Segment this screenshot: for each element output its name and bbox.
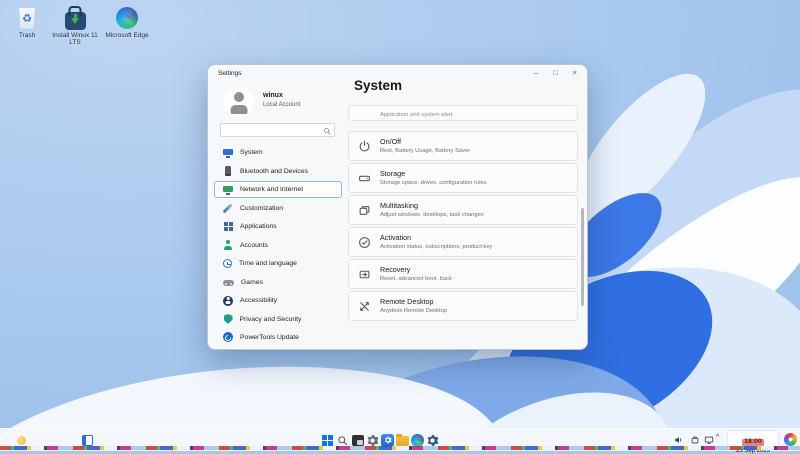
volume-icon[interactable] <box>674 435 684 445</box>
row-subtitle: Rest, Battery Usage, Battery Saver <box>380 148 470 154</box>
sidebar-item-label: Bluetooth and Devices <box>240 168 308 175</box>
row-title: Recovery <box>380 265 410 274</box>
sidebar-item-label: Games <box>241 279 263 286</box>
update-ring-icon <box>223 332 233 342</box>
color-wheel-icon[interactable] <box>784 433 797 446</box>
sidebar-item-system[interactable]: System <box>214 144 342 161</box>
search-icon <box>323 127 331 135</box>
sidebar-item-label: Customization <box>240 205 283 212</box>
search-input[interactable] <box>224 125 322 137</box>
search-icon <box>337 435 348 446</box>
bluetooth-device-icon <box>225 166 231 176</box>
edge-logo-icon <box>116 7 138 29</box>
weather-icon <box>17 436 26 445</box>
tray-caret[interactable]: ^ <box>716 434 719 441</box>
edge-logo-icon <box>411 434 424 447</box>
display-icon[interactable] <box>704 435 714 445</box>
person-icon <box>223 240 233 250</box>
folder-icon <box>396 436 409 446</box>
bag-icon[interactable] <box>690 435 700 445</box>
row-subtitle: Reset, advanced boot, back <box>380 276 452 282</box>
account-name: winux <box>263 92 283 99</box>
sidebar-item-label: PowerTools Update <box>240 334 299 341</box>
desktop-icon-installer[interactable]: Install Winux 11 LTS <box>50 6 100 47</box>
sidebar-item-customization[interactable]: Customization <box>214 199 342 216</box>
row-title: Remote Desktop <box>380 297 434 306</box>
check-circle-icon <box>358 236 371 249</box>
sidebar-item-label: Accessibility <box>240 297 277 304</box>
shield-icon <box>224 314 233 324</box>
gear-icon <box>384 436 392 444</box>
desktop-icon-label: Install Winux 11 LTS <box>50 32 100 47</box>
row-subtitle: Adjust windows, desktops, task changes <box>380 212 484 218</box>
sidebar-item-bluetooth-devices[interactable]: Bluetooth and Devices <box>214 162 342 179</box>
widgets-icon <box>82 435 93 446</box>
installer-shield-icon <box>65 12 86 30</box>
recycle-bin-icon: ♻ <box>18 8 36 29</box>
sidebar-item-accessibility[interactable]: Accessibility <box>214 292 342 309</box>
minimize-button[interactable]: – <box>534 65 538 81</box>
accessibility-icon <box>223 296 233 306</box>
sidebar-item-label: Accounts <box>240 242 268 249</box>
power-icon <box>358 140 371 153</box>
account-type: Local Account <box>263 102 300 108</box>
sidebar-item-label: Network and Internet <box>240 186 303 193</box>
content-scrollbar[interactable] <box>581 208 584 306</box>
row-title: Multitasking <box>380 201 418 210</box>
desktop-icon-label: Trash <box>2 32 52 39</box>
row-title: Storage <box>380 169 405 178</box>
settings-window: Settings – □ × winux Local Account Syste… <box>207 64 588 350</box>
page-title: System <box>354 78 402 93</box>
gear-icon <box>366 434 379 447</box>
brush-icon <box>223 203 233 213</box>
gamepad-icon <box>223 280 234 287</box>
settings-row-on-off[interactable]: On/Off Rest, Battery Usage, Battery Save… <box>348 131 578 161</box>
sidebar-item-label: System <box>240 149 263 156</box>
row-title: On/Off <box>380 137 401 146</box>
glitch-artifact-strip <box>0 446 800 450</box>
start-icon <box>322 435 333 446</box>
row-subtitle: Storage space, drives, configuration rul… <box>380 180 487 186</box>
sidebar-nav: System Bluetooth and Devices Network and… <box>214 144 342 347</box>
sidebar-item-accounts[interactable]: Accounts <box>214 236 342 253</box>
desktop-icon-edge[interactable]: Microsoft Edge <box>102 6 152 39</box>
store-icon <box>381 434 394 447</box>
sidebar-item-time-language[interactable]: Time and language <box>214 255 342 272</box>
sidebar-item-label: Time and language <box>239 260 297 267</box>
sidebar-item-label: Privacy and Security <box>240 316 302 323</box>
crossed-arrows-icon <box>358 300 371 313</box>
sidebar-item-privacy-security[interactable]: Privacy and Security <box>214 310 342 327</box>
maximize-button[interactable]: □ <box>553 65 558 81</box>
window-title: Settings <box>218 70 242 77</box>
clock-icon <box>223 259 232 268</box>
settings-row-remote-desktop[interactable]: Remote Desktop Anydesk Remote Desktop <box>348 291 578 321</box>
settings-row-activation[interactable]: Activation Activation status, subscripti… <box>348 227 578 257</box>
recovery-icon <box>358 268 371 281</box>
settings-row-storage[interactable]: Storage Storage space, drives, configura… <box>348 163 578 193</box>
desktop-icon-trash[interactable]: ♻ Trash <box>2 6 52 39</box>
sidebar-item-games[interactable]: Games <box>214 273 342 290</box>
network-monitor-icon <box>223 185 233 195</box>
system-monitor-icon <box>223 148 233 158</box>
settings-row-multitasking[interactable]: Multitasking Adjust windows, desktops, t… <box>348 195 578 225</box>
sidebar-item-network-internet[interactable]: Network and Internet <box>214 181 342 198</box>
settings-row-clipped-top[interactable]: Application and system alert <box>348 105 578 121</box>
row-title: Activation <box>380 233 411 242</box>
row-subtitle: Application and system alert <box>380 112 453 118</box>
sidebar-search[interactable] <box>220 123 335 137</box>
close-button[interactable]: × <box>573 65 577 81</box>
task-view-icon <box>352 435 364 446</box>
row-subtitle: Anydesk Remote Desktop <box>380 308 447 314</box>
user-avatar[interactable] <box>224 87 254 117</box>
drive-icon <box>358 172 371 185</box>
app-grid-icon <box>223 222 233 232</box>
sidebar-item-powertools-update[interactable]: PowerTools Update <box>214 329 342 346</box>
stacked-windows-icon <box>358 204 371 217</box>
row-subtitle: Activation status, subscriptions, produc… <box>380 244 492 250</box>
sidebar-item-label: Applications <box>240 223 277 230</box>
gear-icon <box>426 434 439 447</box>
desktop-icon-label: Microsoft Edge <box>102 32 152 39</box>
sidebar-item-applications[interactable]: Applications <box>214 218 342 235</box>
settings-row-recovery[interactable]: Recovery Reset, advanced boot, back <box>348 259 578 289</box>
